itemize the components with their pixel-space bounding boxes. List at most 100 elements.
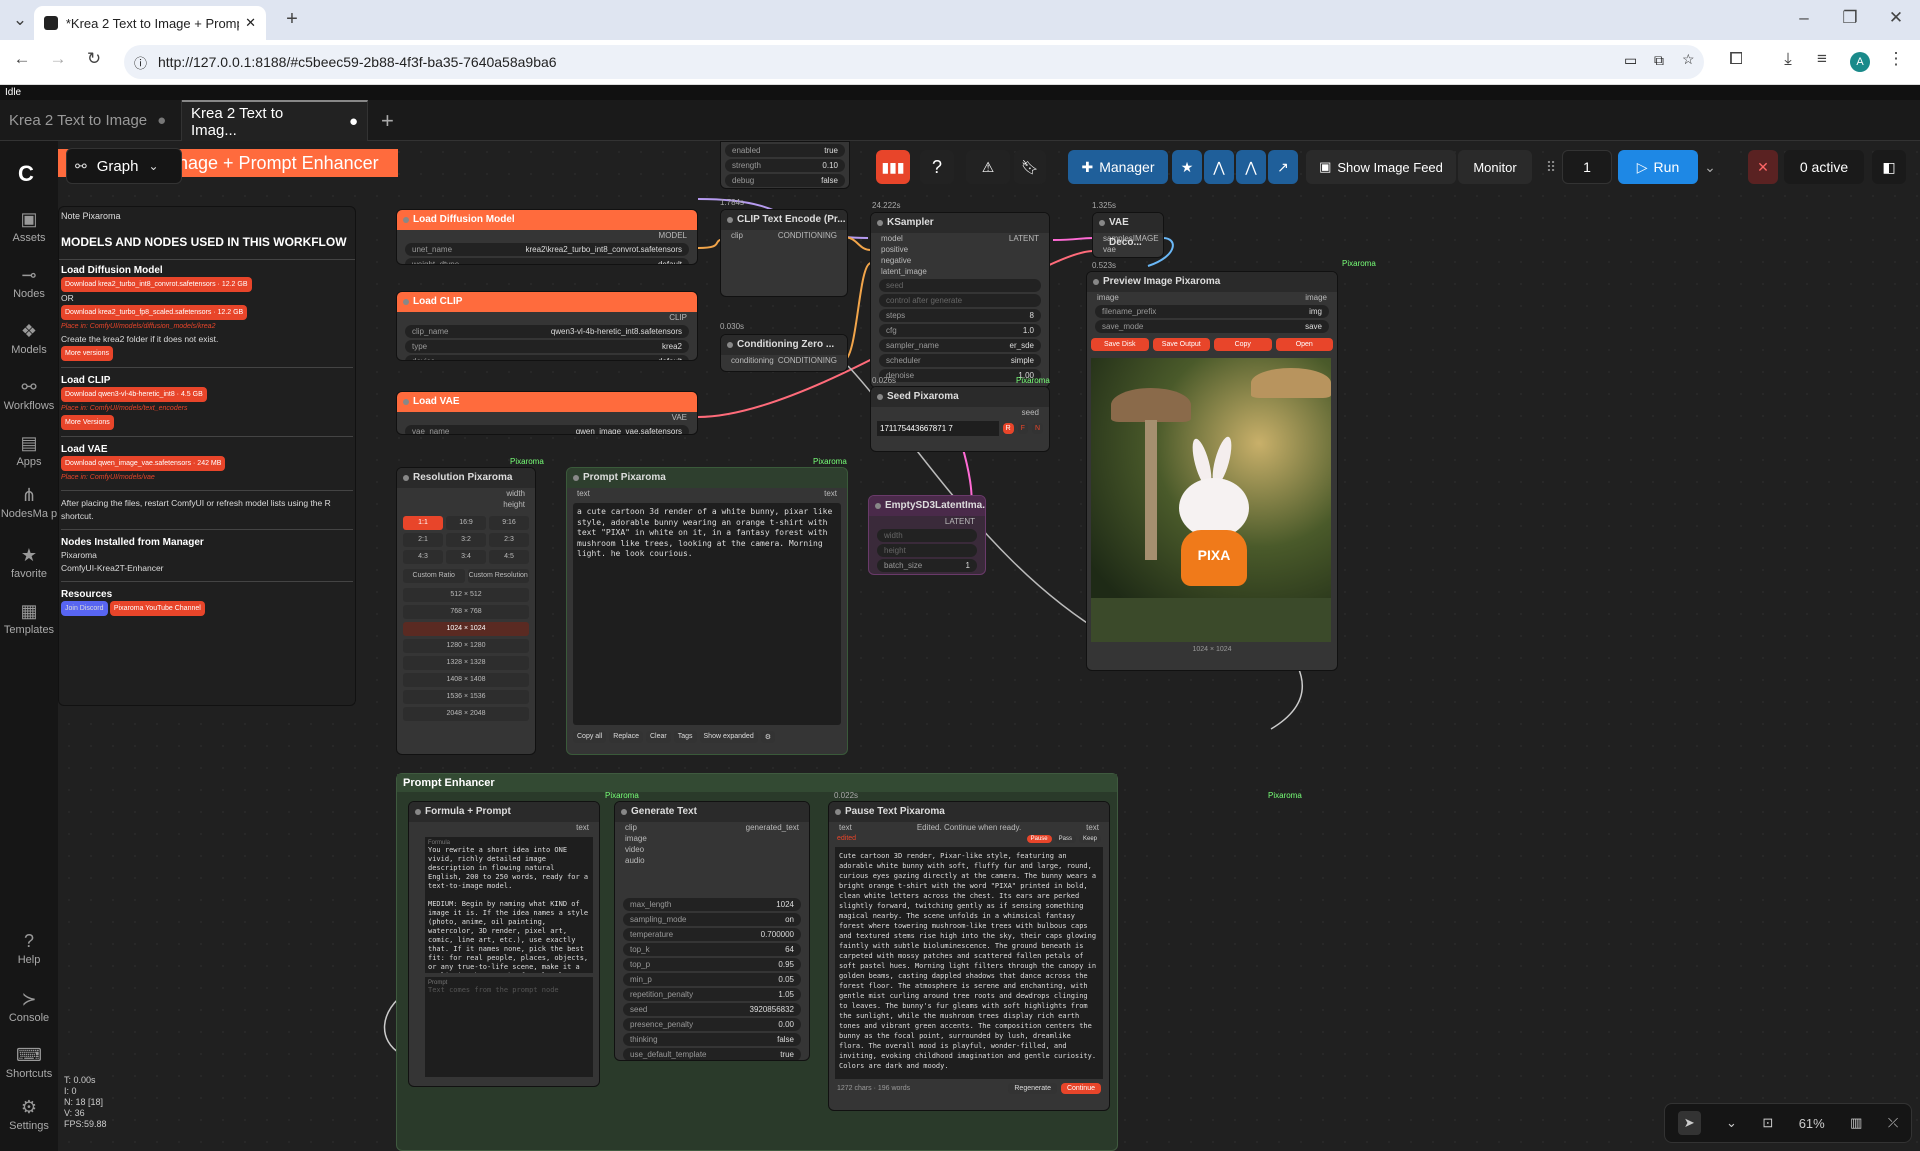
- sidebar-apps[interactable]: ▤ Apps: [0, 433, 58, 468]
- save-output-button[interactable]: Save Output: [1152, 338, 1210, 351]
- toggle-panel-icon[interactable]: ◧: [1872, 150, 1906, 184]
- strength-widget[interactable]: strength 0.10: [725, 159, 845, 172]
- ratio-button[interactable]: 16:9: [446, 516, 486, 530]
- resolution-node[interactable]: Resolution Pixaroma width height 1:1 16:…: [396, 467, 536, 755]
- load-diffusion-node[interactable]: Load Diffusion Model MODEL unet_name krea…: [396, 209, 698, 265]
- clip-name-widget[interactable]: clip_name qwen3-vl-4b-heretic_int8.safete…: [405, 325, 689, 338]
- steps-widget[interactable]: steps 8: [879, 309, 1041, 322]
- min-p-widget[interactable]: min_p 0.05: [623, 973, 801, 986]
- sidebar-nodesmap[interactable]: ⋔ NodesMa p: [0, 485, 58, 520]
- chevron-down-icon[interactable]: ⌄: [1726, 1115, 1737, 1131]
- prompt-node[interactable]: Prompt Pixaroma text text a cute cartoon …: [566, 467, 848, 755]
- manager-button[interactable]: ✚ Manager: [1068, 150, 1168, 184]
- ratio-button[interactable]: 3:4: [446, 550, 486, 564]
- size-option[interactable]: 2048 × 2048: [403, 707, 529, 721]
- sidebar-templates[interactable]: ▦ Templates: [0, 601, 58, 636]
- sidebar-models[interactable]: ❖ Models: [0, 321, 58, 356]
- use-default-template-toggle[interactable]: use_default_template true: [623, 1048, 801, 1060]
- download-link[interactable]: Download krea2_turbo_fp8_scaled.safetens…: [61, 305, 248, 320]
- tab-search-icon[interactable]: ⌄: [8, 10, 32, 30]
- node-compass-icon[interactable]: ⚠: [966, 150, 1010, 184]
- browser-menu-icon[interactable]: ⋮: [1884, 49, 1908, 69]
- sidebar-workflows[interactable]: ⚯ Workflows: [0, 377, 58, 412]
- install-icon[interactable]: ▭: [1624, 52, 1637, 69]
- debug-widget[interactable]: debug false: [725, 174, 845, 187]
- ratio-button[interactable]: 9:16: [489, 516, 529, 530]
- size-option[interactable]: 1536 × 1536: [403, 690, 529, 704]
- ratio-button[interactable]: 3:2: [446, 533, 486, 547]
- pause-text-node[interactable]: Pause Text Pixaroma text Edited. Continue…: [828, 801, 1110, 1111]
- load-vae-node[interactable]: Load VAE VAE vae_name qwen_image_vae.safe…: [396, 391, 698, 435]
- seed-value[interactable]: 171175443667871 7: [877, 421, 999, 436]
- copy-all-button[interactable]: Copy all: [573, 731, 607, 743]
- download-icon[interactable]: ⤓: [1776, 49, 1800, 69]
- ratio-button[interactable]: 4:3: [403, 550, 443, 564]
- size-option[interactable]: 512 × 512: [403, 588, 529, 602]
- seed-node[interactable]: Seed Pixaroma seed 171175443667871 7 R F…: [870, 386, 1050, 452]
- download-link[interactable]: Download qwen3-vl-4b-heretic_int8 · 4.5 …: [61, 387, 207, 402]
- thinking-toggle[interactable]: thinking false: [623, 1033, 801, 1046]
- save-mode-widget[interactable]: save_mode save: [1095, 320, 1329, 333]
- forward-icon[interactable]: →: [46, 49, 70, 69]
- ratio-button[interactable]: 2:3: [489, 533, 529, 547]
- sampling-mode-widget[interactable]: sampling_mode on: [623, 913, 801, 926]
- size-option[interactable]: 768 × 768: [403, 605, 529, 619]
- share-icon[interactable]: ↗: [1268, 150, 1298, 184]
- empty-latent-node[interactable]: EmptySD3LatentIma... LATENT width height…: [868, 495, 986, 575]
- workflow-tab-1[interactable]: Krea 2 Text to Image ●: [0, 100, 182, 141]
- vae-name-widget[interactable]: vae_name qwen_image_vae.safetensors: [405, 425, 689, 434]
- height-widget[interactable]: height: [877, 544, 977, 557]
- restore-icon[interactable]: ❐: [1838, 8, 1862, 28]
- drag-handle-icon[interactable]: ⠿: [1544, 150, 1558, 184]
- more-versions-link[interactable]: More versions: [61, 346, 113, 361]
- more-versions-link[interactable]: More Versions: [61, 415, 114, 430]
- select-tool-icon[interactable]: ➤: [1677, 1111, 1701, 1135]
- prompt-textarea[interactable]: a cute cartoon 3d render of a white bunn…: [573, 503, 841, 725]
- randomize-button[interactable]: R: [1002, 423, 1014, 434]
- load-clip-node[interactable]: Load CLIP CLIP clip_name qwen3-vl-4b-here…: [396, 291, 698, 361]
- preview-image-node[interactable]: Preview Image Pixaroma image image filena…: [1086, 271, 1338, 671]
- sidebar-favorite[interactable]: ★ favorite: [0, 545, 58, 580]
- bookmark-icon[interactable]: 🔖︎: [1014, 150, 1046, 184]
- address-bar[interactable]: ⓘ http://127.0.0.1:8188/#c5beec59-2b88-4…: [124, 45, 1704, 79]
- zoom-level[interactable]: 61%: [1799, 1116, 1825, 1131]
- presence-penalty-widget[interactable]: presence_penalty 0.00: [623, 1018, 801, 1031]
- clip-text-encode-node[interactable]: CLIP Text Encode (Pr... clip CONDITIONING: [720, 209, 848, 297]
- seed-widget[interactable]: seed 3920856832: [623, 1003, 801, 1016]
- ratio-button[interactable]: 2:1: [403, 533, 443, 547]
- size-option[interactable]: 1408 × 1408: [403, 673, 529, 687]
- minimize-icon[interactable]: –: [1792, 8, 1816, 28]
- sidebar-shortcuts[interactable]: ⌨ Shortcuts: [0, 1045, 58, 1080]
- pause-button[interactable]: Pause: [1026, 835, 1052, 843]
- batch-size-widget[interactable]: batch_size 1: [877, 559, 977, 572]
- add-workflow-icon[interactable]: +: [372, 100, 403, 141]
- vae-decode-node[interactable]: VAE Deco... samplesIMAGE vae: [1092, 212, 1164, 258]
- seed-widget[interactable]: seed: [879, 279, 1041, 292]
- show-expanded-button[interactable]: Show expanded: [699, 731, 758, 743]
- monitor-button[interactable]: Monitor: [1458, 150, 1532, 184]
- manager-tool-icon[interactable]: ⋀: [1204, 150, 1234, 184]
- youtube-link[interactable]: Pixaroma YouTube Channel: [109, 601, 205, 616]
- weight-dtype-widget[interactable]: weight_dtype default: [405, 258, 689, 264]
- note-node[interactable]: Pixaroma Note Pixaroma MODELS AND NODES …: [58, 206, 356, 706]
- browser-tab-active[interactable]: *Krea 2 Text to Image + Prompt ✕: [34, 6, 266, 40]
- open-button[interactable]: Open: [1275, 338, 1333, 351]
- profile-avatar[interactable]: A: [1850, 52, 1870, 72]
- formula-textarea[interactable]: Formula You rewrite a short idea into ON…: [425, 837, 593, 973]
- minimap-icon[interactable]: ▥: [1850, 1115, 1862, 1131]
- download-link[interactable]: Download krea2_turbo_int8_convrot.safete…: [61, 277, 252, 292]
- ratio-button[interactable]: 4:5: [489, 550, 529, 564]
- run-button[interactable]: ▷ Run: [1618, 150, 1698, 184]
- sidebar-settings[interactable]: ⚙ Settings: [0, 1097, 58, 1132]
- queue-bars-icon[interactable]: ▮▮▮: [876, 150, 910, 184]
- new-button[interactable]: N: [1031, 423, 1043, 434]
- continue-button[interactable]: Continue: [1060, 1083, 1101, 1094]
- enhancer-settings-node[interactable]: enabled true strength 0.10 debug false: [720, 141, 850, 189]
- control-after-generate-widget[interactable]: control after generate: [879, 294, 1041, 307]
- active-queue[interactable]: 0 active: [1784, 150, 1864, 184]
- cfg-widget[interactable]: cfg 1.0: [879, 324, 1041, 337]
- download-link[interactable]: Download qwen_image_vae.safetensors · 24…: [61, 456, 226, 471]
- clear-button[interactable]: Clear: [645, 731, 671, 743]
- type-widget[interactable]: type krea2: [405, 340, 689, 353]
- repetition-penalty-widget[interactable]: repetition_penalty 1.05: [623, 988, 801, 1001]
